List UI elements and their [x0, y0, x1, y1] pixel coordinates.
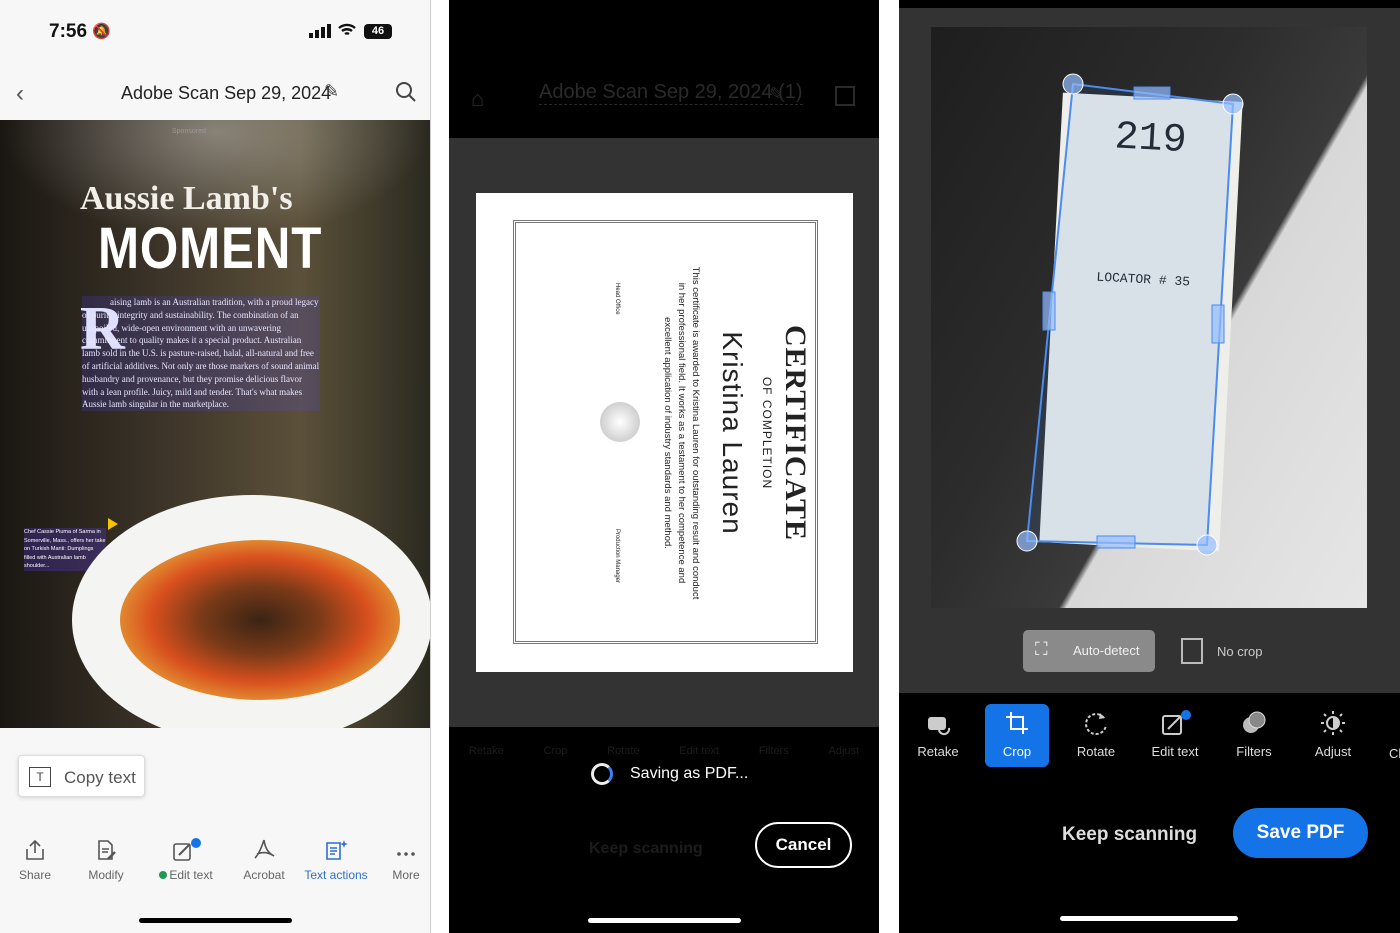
text-icon: T [29, 767, 51, 787]
headline: Aussie Lamb's [80, 180, 293, 217]
adjust-label: Adjust [1314, 744, 1352, 759]
signature-production-manager: Production Manager [614, 528, 620, 583]
back-icon[interactable]: ‹ [16, 80, 24, 108]
auto-detect-label: Auto-detect [1073, 643, 1140, 658]
certificate-body: This certificate is awarded to Kristina … [662, 266, 701, 600]
sponsored-label: Sponsored [172, 128, 206, 135]
rotate-label: Rotate [607, 745, 640, 757]
caption-arrow [108, 518, 118, 530]
recipient-name: Kristina Lauren [717, 331, 748, 535]
copy-text-button[interactable]: T Copy text [18, 755, 145, 797]
dimmed-toolbar: Retake Crop Rotate Edit text Filters Adjust [449, 745, 879, 757]
saving-pdf-view: ⌂ Adobe Scan Sep 29, 2024 (1) ✎ CERTIFIC… [449, 0, 879, 933]
keep-scanning-button[interactable]: Keep scanning [1062, 824, 1197, 846]
crop-label: Crop [1002, 744, 1032, 759]
pencil-icon: ✎ [769, 84, 785, 104]
edit-text-label: Edit text [1151, 744, 1199, 759]
retake-label: Retake [468, 745, 504, 757]
text-actions-icon [835, 86, 855, 106]
home-icon: ⌂ [471, 86, 485, 111]
bell-off-icon: 🔕 [92, 23, 111, 40]
keep-scanning-label: Keep scanning [589, 840, 703, 857]
modify-button[interactable]: Modify [71, 838, 141, 882]
document-title[interactable]: Adobe Scan Sep 29, 2024 [121, 83, 331, 104]
edit-text-label: Edit text [679, 745, 720, 757]
battery-indicator: 46 [364, 24, 392, 39]
status-dot [159, 871, 168, 879]
acrobat-button[interactable]: Acrobat [229, 838, 299, 882]
crop-icon [1006, 712, 1028, 734]
filters-label: Filters [1236, 744, 1272, 759]
edit-text-icon [1162, 710, 1191, 735]
retake-icon [928, 717, 951, 736]
share-button[interactable]: Share [0, 838, 70, 882]
cancel-button[interactable]: Cancel [755, 822, 852, 868]
adjust-icon [1321, 711, 1345, 735]
more-tool-label[interactable]: Cl [1389, 746, 1400, 761]
text-actions-button[interactable]: Text actions [300, 838, 372, 882]
certificate-page: CERTIFICATE OF COMPLETION Kristina Laure… [476, 193, 853, 672]
text-actions-label: Text actions [304, 868, 368, 882]
rotate-label: Rotate [1076, 744, 1116, 759]
retake-button[interactable]: Retake [906, 704, 970, 767]
crop-label: Crop [543, 745, 568, 757]
retake-label: Retake [917, 744, 959, 759]
adjust-label: Adjust [828, 745, 860, 757]
certificate-subtitle: OF COMPLETION [760, 376, 774, 490]
save-pdf-button[interactable]: Save PDF [1233, 808, 1368, 858]
magazine-scan-image: Sponsored Aussie Lamb's MOMENT R aising … [0, 120, 430, 728]
share-label: Share [18, 868, 52, 882]
edit-text-button[interactable]: Edit text [150, 838, 222, 882]
filters-label: Filters [758, 745, 789, 757]
loading-spinner [591, 763, 613, 785]
filters-button[interactable]: Filters [1222, 704, 1286, 767]
crop-view: 219 LOCATOR # 35 ⛶ Auto-detect No crop R… [899, 0, 1400, 933]
signal-icon [309, 24, 331, 43]
crop-frame[interactable] [931, 27, 1367, 608]
no-crop-button[interactable]: No crop [1181, 638, 1281, 666]
adjust-button[interactable]: Adjust [1301, 704, 1365, 767]
acrobat-icon [254, 839, 275, 859]
filters-icon [1243, 711, 1266, 733]
saving-status: Saving as PDF... [630, 765, 749, 782]
home-indicator [1060, 916, 1238, 921]
copy-text-label: Copy text [64, 768, 136, 787]
certificate-title: CERTIFICATE [779, 324, 812, 542]
receipt-photo: 219 LOCATOR # 35 [931, 27, 1367, 608]
seal-icon [600, 401, 640, 442]
more-icon [397, 852, 415, 856]
home-indicator [588, 918, 741, 923]
rotate-button[interactable]: Rotate [1064, 704, 1128, 767]
crop-button[interactable]: Crop [985, 704, 1049, 767]
auto-detect-button[interactable]: ⛶ Auto-detect [1023, 630, 1155, 672]
preview-area: CERTIFICATE OF COMPLETION Kristina Laure… [449, 138, 879, 727]
no-crop-icon [1181, 638, 1203, 664]
more-label: More [392, 868, 420, 882]
edit-text-icon [173, 838, 201, 861]
scan-document-view: 7:56 🔕 46 ‹ Adobe Scan Sep 29, 2024 ✎ Sp… [0, 0, 430, 933]
edit-text-button[interactable]: Edit text [1143, 704, 1207, 767]
no-crop-label: No crop [1217, 644, 1263, 659]
crop-area: 219 LOCATOR # 35 ⛶ Auto-detect No crop [899, 8, 1400, 693]
signature-head-office: Head Office [614, 283, 620, 315]
article-body: aising lamb is an Australian tradition, … [82, 296, 320, 412]
pencil-icon[interactable]: ✎ [324, 81, 339, 102]
rotate-icon [1085, 713, 1107, 736]
text-actions-icon [326, 840, 348, 860]
home-indicator [139, 918, 292, 923]
document-title: Adobe Scan Sep 29, 2024 (1) [539, 81, 803, 105]
modify-label: Modify [88, 868, 124, 882]
food [120, 540, 400, 700]
auto-detect-icon: ⛶ [1035, 639, 1048, 659]
wifi-icon [337, 22, 357, 43]
divider [430, 0, 449, 933]
headline-moment: MOMENT [98, 216, 323, 281]
search-icon[interactable] [395, 81, 417, 108]
acrobat-label: Acrobat [243, 868, 285, 882]
status-time: 7:56 [49, 21, 88, 42]
modify-icon [98, 840, 116, 860]
edit-text-label: Edit text [169, 868, 213, 882]
share-icon [26, 839, 44, 860]
